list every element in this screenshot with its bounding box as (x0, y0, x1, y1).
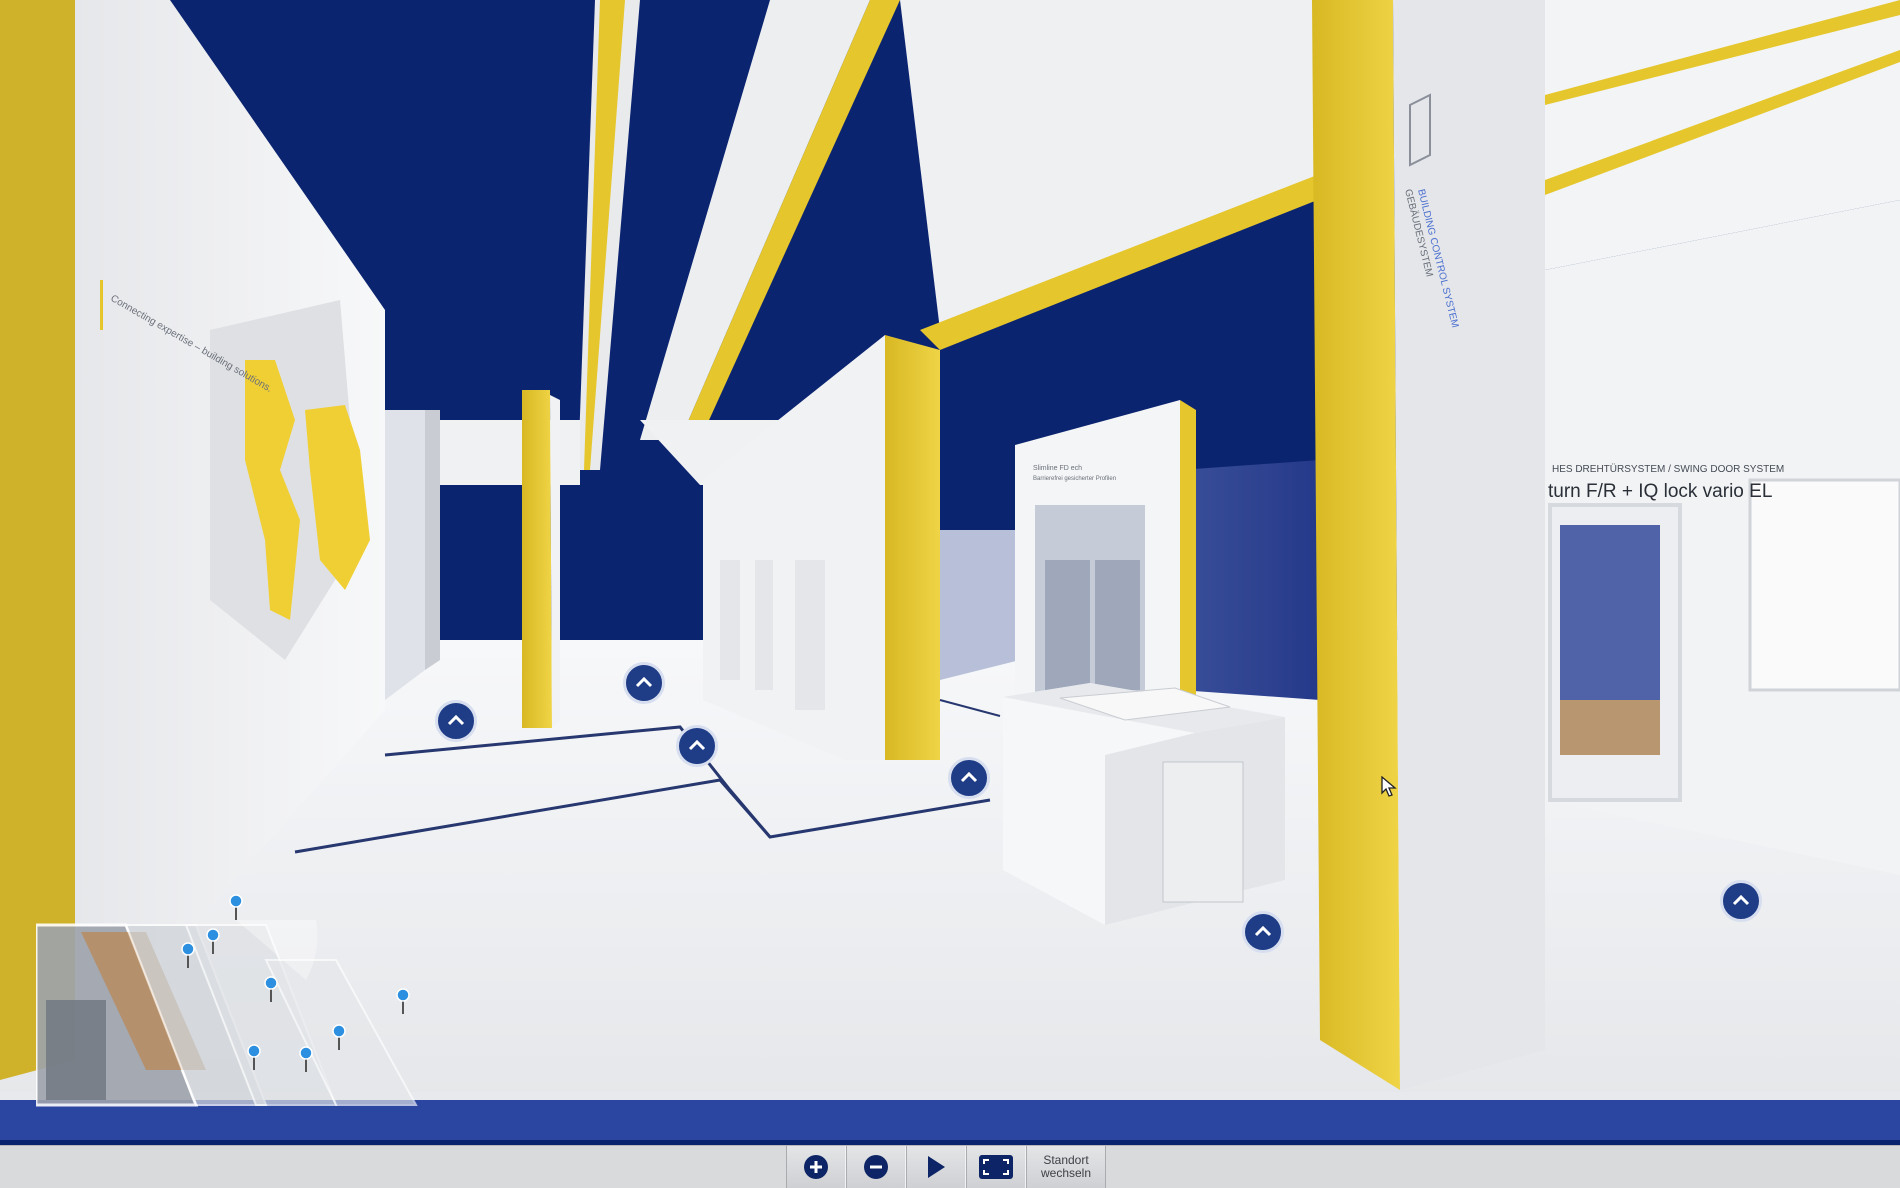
chevron-up-icon (1254, 925, 1272, 937)
map-pin-icon[interactable] (247, 1044, 261, 1070)
map-pin-icon[interactable] (299, 1046, 313, 1072)
nav-hotspot-1[interactable] (435, 700, 477, 742)
change-location-button[interactable]: Standort wechseln (1026, 1146, 1106, 1188)
map-pin-icon[interactable] (206, 928, 220, 954)
right-wall-title: turn F/R + IQ lock vario EL (1548, 481, 1772, 502)
map-pin-icon[interactable] (332, 1024, 346, 1050)
nav-hotspot-3[interactable] (676, 725, 718, 767)
map-pin-icon[interactable] (229, 894, 243, 920)
viewer-toolbar: Standort wechseln (0, 1145, 1900, 1188)
center-panel-subtitle: Barrierefrei gesicherter Profilen (1033, 476, 1116, 482)
plus-icon (804, 1155, 828, 1179)
map-pin-icon[interactable] (264, 976, 278, 1002)
nav-hotspot-4[interactable] (948, 757, 990, 799)
minimap[interactable] (34, 894, 426, 1110)
nav-hotspot-6[interactable] (1720, 880, 1762, 922)
center-panel-title: Slimline FD ech (1033, 465, 1082, 472)
fullscreen-button[interactable] (966, 1146, 1026, 1188)
chevron-up-icon (960, 771, 978, 783)
autoplay-button[interactable] (906, 1146, 966, 1188)
mouse-cursor-icon (1381, 776, 1397, 797)
zoom-in-button[interactable] (786, 1146, 846, 1188)
nav-hotspot-2[interactable] (623, 662, 665, 704)
zoom-out-button[interactable] (846, 1146, 906, 1188)
nav-hotspot-5[interactable] (1242, 911, 1284, 953)
chevron-up-icon (688, 739, 706, 751)
chevron-up-icon (447, 714, 465, 726)
minus-icon (864, 1155, 888, 1179)
map-pin-icon[interactable] (181, 942, 195, 968)
play-icon (928, 1156, 945, 1178)
right-wall-subtitle: HES DREHTÜRSYSTEM / SWING DOOR SYSTEM (1552, 463, 1784, 475)
fullscreen-icon (979, 1155, 1013, 1179)
chevron-up-icon (635, 676, 653, 688)
change-location-label-2: wechseln (1040, 1166, 1092, 1180)
chevron-up-icon (1732, 894, 1750, 906)
map-pin-icon[interactable] (396, 988, 410, 1014)
